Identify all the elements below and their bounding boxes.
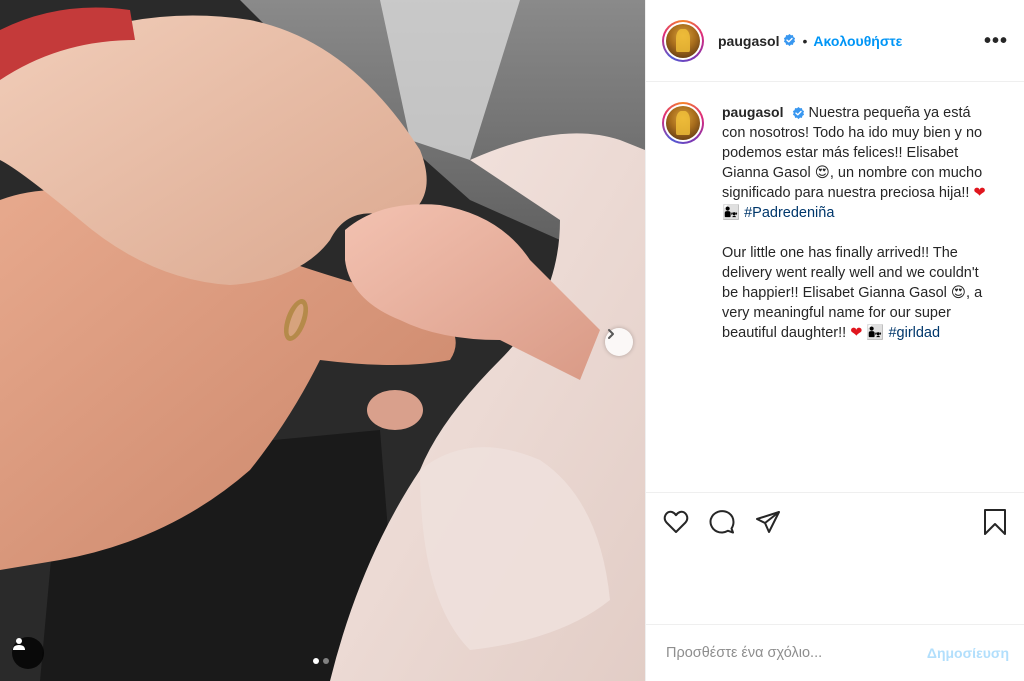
heart-icon xyxy=(663,510,689,533)
heart-eyes-emoji: 😍 xyxy=(814,165,830,181)
red-heart-emoji: ❤ xyxy=(850,325,863,341)
red-heart-emoji: ❤ xyxy=(973,185,986,201)
caption-section: paugasol Nuestra pequeña ya está con nos… xyxy=(646,82,1024,493)
follow-button[interactable]: Ακολουθήστε xyxy=(813,33,902,49)
more-options-button[interactable]: ••• xyxy=(984,31,1008,51)
like-button[interactable] xyxy=(662,508,690,536)
bookmark-icon xyxy=(984,509,1006,535)
user-icon xyxy=(13,638,25,650)
family-emoji: 👨‍👧 xyxy=(866,325,885,341)
carousel-indicator xyxy=(313,658,329,664)
separator-dot: • xyxy=(802,32,808,49)
caption-username-link[interactable]: paugasol xyxy=(722,104,783,120)
heart-eyes-emoji: 😍 xyxy=(950,285,967,301)
caption-text: paugasol Nuestra pequeña ya está con nos… xyxy=(722,102,992,492)
carousel-dot-active xyxy=(313,658,319,664)
verified-badge-icon xyxy=(792,106,805,120)
hashtag-padredenina[interactable]: #Padredeniña xyxy=(744,205,834,221)
chevron-right-icon xyxy=(608,329,614,339)
post-header: paugasol • Ακολουθήστε ••• xyxy=(646,0,1024,82)
publish-button[interactable]: Δημοσίευση xyxy=(927,645,1009,661)
comment-button[interactable] xyxy=(708,508,736,536)
caption-english-text-1: Our little one has finally arrived!! The… xyxy=(722,245,979,301)
post-actions xyxy=(646,494,1024,550)
carousel-dot xyxy=(323,658,329,664)
verified-badge-icon xyxy=(783,34,796,47)
comment-input[interactable] xyxy=(666,645,927,661)
avatar[interactable] xyxy=(662,19,704,62)
save-button[interactable] xyxy=(981,508,1009,536)
hashtag-girldad[interactable]: #girldad xyxy=(888,325,940,341)
tagged-users-button[interactable] xyxy=(12,637,44,669)
profile-picture xyxy=(666,106,700,140)
family-emoji: 👨‍👧 xyxy=(722,205,741,221)
post-photo[interactable] xyxy=(0,0,645,681)
next-photo-button[interactable] xyxy=(605,328,633,356)
share-button[interactable] xyxy=(754,508,782,536)
username-link[interactable]: paugasol xyxy=(718,33,779,49)
caption-avatar[interactable] xyxy=(662,102,704,144)
post-side-panel: paugasol • Ακολουθήστε ••• paugasol Nues… xyxy=(645,0,1024,681)
profile-picture xyxy=(666,23,700,58)
share-icon xyxy=(756,511,780,533)
comment-icon xyxy=(709,510,735,534)
comment-bar: Δημοσίευση xyxy=(646,624,1024,681)
photo-illustration xyxy=(0,0,645,681)
